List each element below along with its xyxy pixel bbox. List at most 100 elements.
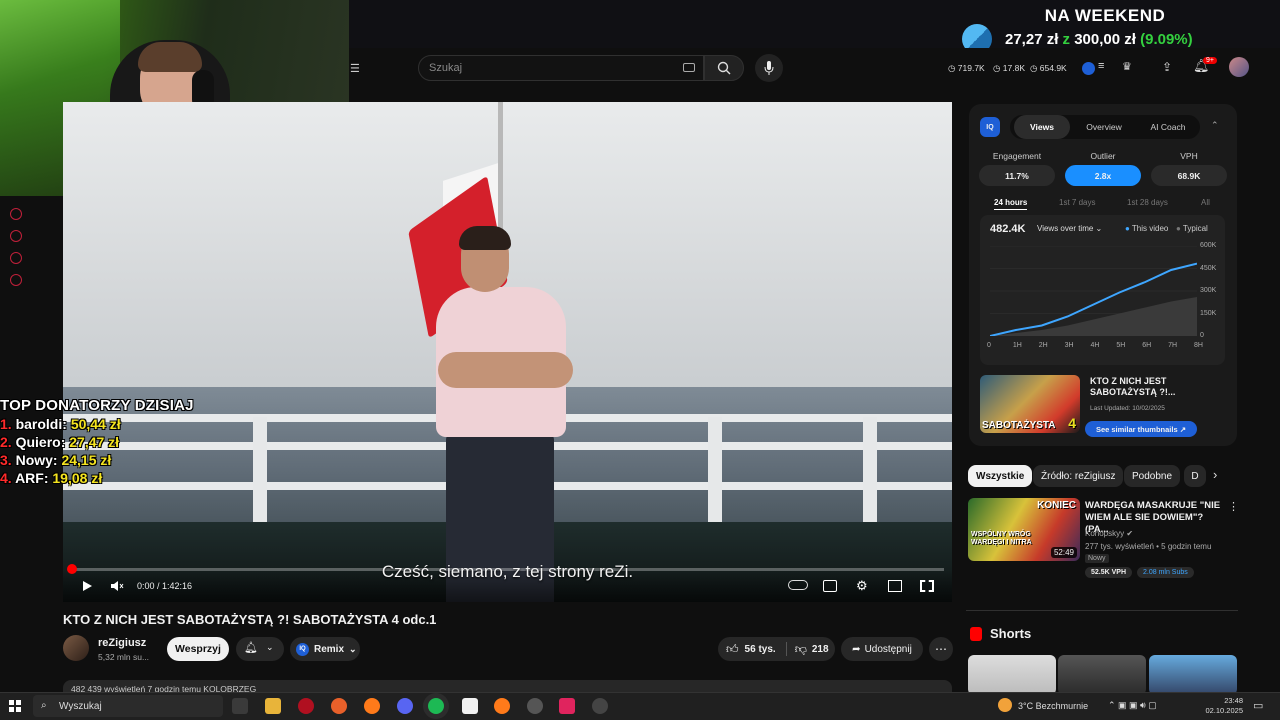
autoplay-toggle[interactable] <box>788 580 808 590</box>
firefox-icon-2[interactable] <box>494 698 510 714</box>
play-icon[interactable] <box>80 580 94 592</box>
chip-all[interactable]: Wszystkie <box>968 465 1033 487</box>
similar-title: KTO Z NICH JEST SABOTAŻYSTĄ ?!... <box>1090 376 1176 397</box>
channel-name[interactable]: reZigiusz <box>98 637 146 649</box>
trophy-icon[interactable]: ♛ <box>1122 60 1132 73</box>
subtitles-icon[interactable] <box>823 580 837 592</box>
theater-mode-icon[interactable] <box>888 580 902 592</box>
dislike-count[interactable]: 218 <box>812 644 829 655</box>
fullscreen-icon[interactable] <box>920 580 934 592</box>
weather-text[interactable]: 3°C Bezchmurnie <box>1018 701 1088 711</box>
weather-icon <box>998 698 1012 712</box>
goal-target: 300,00 zł <box>1074 31 1136 48</box>
time-display: 0:00 / 1:42:16 <box>137 581 193 591</box>
remix-button[interactable]: IQ Remix ⌄ <box>290 637 360 661</box>
short-thumbnail[interactable] <box>1058 655 1146 695</box>
short-thumbnail[interactable] <box>1149 655 1237 695</box>
windows-start-icon[interactable] <box>9 700 21 712</box>
support-button[interactable]: Wesprzyj <box>167 637 229 661</box>
menu-icon[interactable]: ☰ <box>350 62 360 75</box>
chip-source[interactable]: Źródło: reZigiusz <box>1033 465 1124 487</box>
similar-thumbnail[interactable]: SABOTAŻYSTA 4 <box>980 375 1080 433</box>
firefox-icon[interactable] <box>364 698 380 714</box>
account-avatar[interactable] <box>1229 57 1249 77</box>
settings-gear-icon[interactable] <box>592 698 608 714</box>
list-icon[interactable]: ≡ <box>1098 60 1104 72</box>
y-tick-label: 600K <box>1200 242 1217 249</box>
period-28d[interactable]: 1st 28 days <box>1127 198 1168 207</box>
x-tick-label: 7H <box>1168 342 1178 349</box>
period-7d[interactable]: 1st 7 days <box>1059 198 1095 207</box>
tab-ai-coach[interactable]: AI Coach <box>1140 115 1196 139</box>
file-explorer-icon[interactable] <box>265 698 281 714</box>
chip-more[interactable]: D <box>1184 465 1206 487</box>
mic-icon <box>764 61 774 75</box>
rail-history-icon[interactable] <box>10 230 22 242</box>
x-tick-label: 6H <box>1142 342 1152 349</box>
bell-icon: 🔔︎ <box>244 642 258 654</box>
chip-similar[interactable]: Podobne <box>1124 465 1181 487</box>
notion-icon[interactable] <box>462 698 478 714</box>
subscriber-count: 5,32 mln su... <box>98 652 150 662</box>
collapse-icon[interactable]: ⌃ <box>1211 120 1219 131</box>
stat-likes-value: 17.8K <box>1002 63 1025 73</box>
donor-row: 2. Quiero: 27,47 zł <box>0 434 120 450</box>
like-count[interactable]: 56 tys. <box>745 644 776 655</box>
voice-search-button[interactable] <box>755 54 783 82</box>
duration-badge: 52:49 <box>1050 547 1077 558</box>
more-vert-icon[interactable]: ⋮ <box>1228 500 1239 513</box>
task-view-icon[interactable] <box>232 698 248 714</box>
video-player[interactable]: Cześć, siemano, z tej strony reZi. 0:00 … <box>63 102 952 602</box>
more-actions-button[interactable]: ⋯ <box>929 637 953 661</box>
spotify-icon[interactable] <box>428 698 444 714</box>
top-donors-overlay: TOP DONATORZY DZISIAJ 1. baroldi: 50,44 … <box>0 397 220 486</box>
discord-icon[interactable] <box>397 698 413 714</box>
channel-avatar[interactable] <box>63 635 89 661</box>
app-icon[interactable] <box>331 698 347 714</box>
tab-views[interactable]: Views <box>1014 115 1070 139</box>
short-thumbnail[interactable] <box>968 655 1056 695</box>
shorts-icon <box>970 627 982 641</box>
vidiq-header-icon[interactable] <box>1082 62 1095 75</box>
chevron-right-icon[interactable]: › <box>1213 467 1217 482</box>
taskbar-search[interactable]: Wyszukaj <box>33 695 223 717</box>
upload-icon[interactable]: ⇪ <box>1162 60 1172 74</box>
description-box[interactable]: 482 439 wyświetleń 7 godzin temu KOLOBRZ… <box>63 680 952 692</box>
search-button[interactable] <box>704 55 744 81</box>
subscription-bell-button[interactable]: 🔔︎ ⌄ <box>236 637 284 661</box>
legend-typical: ● Typical <box>1176 224 1208 233</box>
tiktok-icon[interactable] <box>559 698 575 714</box>
x-tick-label: 5H <box>1116 342 1126 349</box>
like-icon[interactable]: 👍︎ <box>726 642 739 657</box>
search-input[interactable]: Szukaj <box>418 55 704 81</box>
new-badge: Nowy <box>1085 554 1109 563</box>
taskbar-clock[interactable]: 23:48 02.10.2025 <box>1203 696 1243 716</box>
goal-connector: z <box>1062 31 1071 48</box>
obs-icon[interactable] <box>527 698 543 714</box>
recommendation-channel[interactable]: Konopskyy ✔ <box>1085 529 1133 538</box>
period-all[interactable]: All <box>1201 198 1210 207</box>
rail-settings-icon[interactable] <box>10 274 22 286</box>
opera-icon[interactable] <box>298 698 314 714</box>
thumb-text: SABOTAŻYSTA <box>982 420 1056 431</box>
share-button[interactable]: ➦ Udostępnij <box>841 637 923 661</box>
recommendation-thumbnail[interactable]: KONIEC WSPÓLNY WRÓG WARDĘGI I NITRA 52:4… <box>968 498 1080 561</box>
metric-vph-label: VPH <box>1180 151 1198 161</box>
dislike-icon[interactable]: 👎︎ <box>795 642 807 657</box>
views-chart <box>990 246 1197 336</box>
see-similar-button[interactable]: See similar thumbnails ↗ <box>1085 421 1197 437</box>
tray-icons[interactable]: ⌃ ▣ ▣ 🔊︎ ▢ <box>1108 700 1157 711</box>
settings-icon[interactable]: ⚙ <box>856 579 870 592</box>
tab-overview[interactable]: Overview <box>1076 115 1132 139</box>
rail-record-icon[interactable] <box>10 208 22 220</box>
mute-icon[interactable] <box>110 580 124 592</box>
notifications-icon[interactable]: ▭ <box>1253 699 1263 712</box>
keyboard-icon[interactable] <box>683 63 695 72</box>
caption-text: Cześć, siemano, z tej strony reZi. <box>381 562 634 581</box>
stat-other: ◷ 654.9K <box>1030 63 1067 73</box>
period-24h[interactable]: 24 hours <box>994 198 1028 210</box>
views-metric-dropdown[interactable]: Views over time ⌄ <box>1037 224 1102 233</box>
thumb-num: 4 <box>1068 415 1076 431</box>
like-dislike-group: 👍︎ 56 tys. 👎︎ 218 <box>718 637 835 661</box>
rail-chat-icon[interactable] <box>10 252 22 264</box>
